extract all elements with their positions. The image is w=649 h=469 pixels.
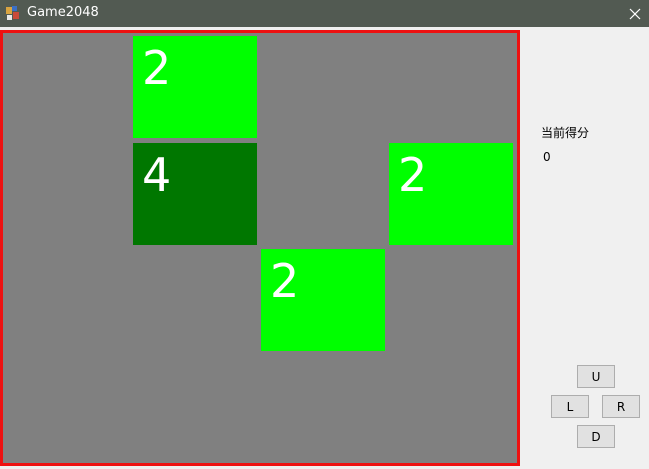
close-icon [629,8,641,19]
move-left-button[interactable]: L [551,395,589,418]
tile: 4 [133,142,257,245]
score-label: 当前得分 [541,126,590,140]
move-up-button[interactable]: U [577,365,615,388]
tile: 2 [133,36,257,138]
app-icon [5,5,21,21]
move-down-button[interactable]: D [577,425,615,448]
tile: 2 [389,142,513,245]
side-panel: 当前得分 0 U L R D [520,27,649,469]
title-bar[interactable]: Game2048 [0,0,649,27]
game-window: Game2048 2422 当前得分 0 U L R D [0,0,649,469]
window-title: Game2048 [27,5,99,20]
game-board: 2422 [0,30,520,466]
move-right-button[interactable]: R [602,395,640,418]
tile: 2 [261,249,385,351]
score-value: 0 [543,150,551,164]
close-button[interactable] [621,0,649,27]
